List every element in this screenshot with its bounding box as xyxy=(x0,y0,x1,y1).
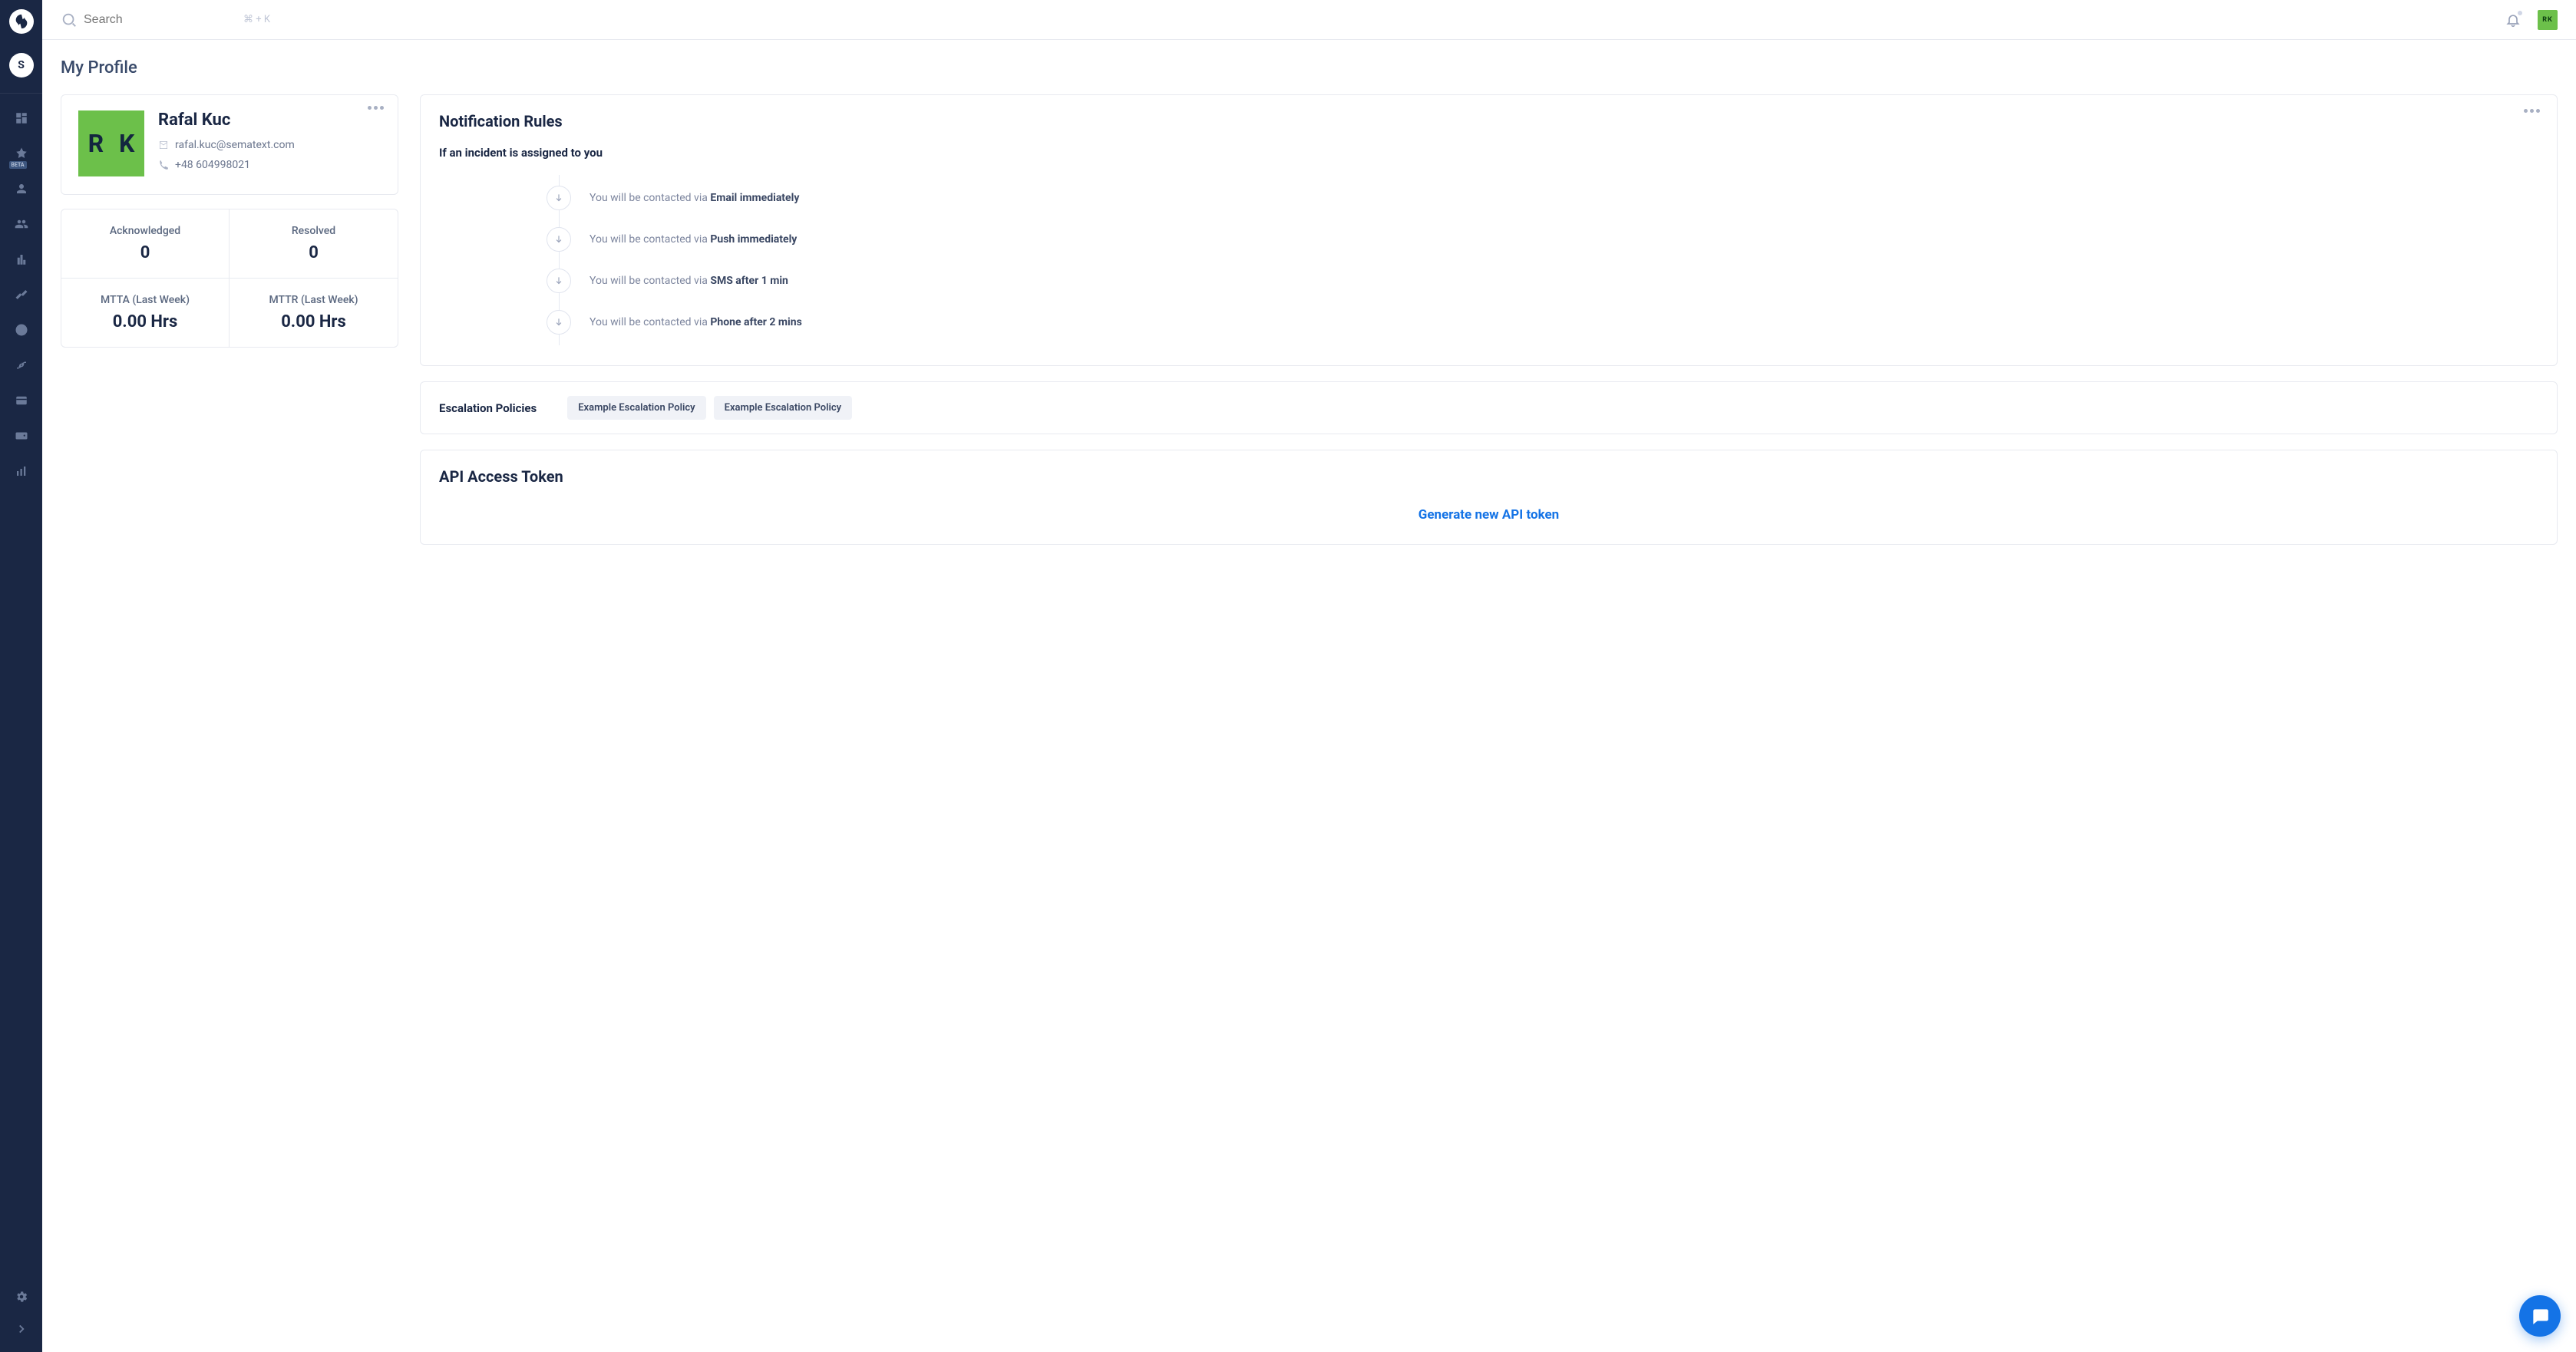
stat-mtta: MTTA (Last Week) 0.00 Hrs xyxy=(61,279,230,347)
page-title: My Profile xyxy=(61,58,2558,77)
escalation-chips: Example Escalation Policy Example Escalat… xyxy=(567,396,852,420)
search-kbd-hint: ⌘ + K xyxy=(243,14,270,25)
search-input[interactable] xyxy=(84,13,237,27)
nav-incidents-icon[interactable]: BETA xyxy=(14,146,29,161)
phone-icon xyxy=(158,160,169,170)
profile-card: R K Rafal Kuc rafal.kuc@sematext.com +48… xyxy=(61,94,398,195)
sidebar-nav: BETA xyxy=(14,101,29,1289)
nav-billing-icon[interactable] xyxy=(14,393,29,408)
search-wrap: ⌘ + K xyxy=(61,12,2498,28)
rule-step: You will be contacted via Email immediat… xyxy=(547,186,2538,210)
down-arrow-icon xyxy=(547,269,571,293)
escalation-policy-chip[interactable]: Example Escalation Policy xyxy=(567,396,705,420)
rule-step: You will be contacted via Push immediate… xyxy=(547,227,2538,252)
nav-team-icon[interactable] xyxy=(14,216,29,232)
notifications-icon[interactable] xyxy=(2505,12,2521,28)
escalation-card: Escalation Policies Example Escalation P… xyxy=(420,381,2558,434)
settings-icon[interactable] xyxy=(14,1289,29,1304)
stats-card: Acknowledged 0 Resolved 0 MTTA (Last Wee… xyxy=(61,209,398,348)
rule-step-text: You will be contacted via SMS after 1 mi… xyxy=(590,275,788,287)
down-arrow-icon xyxy=(547,227,571,252)
escalation-policy-chip[interactable]: Example Escalation Policy xyxy=(714,396,852,420)
escalation-label: Escalation Policies xyxy=(439,401,537,415)
api-title: API Access Token xyxy=(439,467,2538,486)
nav-reports-icon[interactable] xyxy=(14,252,29,267)
profile-email: rafal.kuc@sematext.com xyxy=(175,139,295,151)
generate-api-token-link[interactable]: Generate new API token xyxy=(439,507,2538,523)
nav-tools-icon[interactable] xyxy=(14,287,29,302)
rule-step-text: You will be contacted via Email immediat… xyxy=(590,192,799,204)
user-avatar[interactable]: RK xyxy=(2538,10,2558,30)
profile-email-row: rafal.kuc@sematext.com xyxy=(158,139,295,151)
profile-name: Rafal Kuc xyxy=(158,110,295,130)
nav-integrations-icon[interactable] xyxy=(14,358,29,373)
rules-title: Notification Rules xyxy=(439,112,2538,130)
beta-badge: BETA xyxy=(9,161,27,169)
org-badge[interactable]: S xyxy=(9,53,34,77)
rules-subheading: If an incident is assigned to you xyxy=(439,146,2538,160)
topbar-actions: RK xyxy=(2505,10,2558,30)
rule-step: You will be contacted via SMS after 1 mi… xyxy=(547,269,2538,293)
rule-step-text: You will be contacted via Phone after 2 … xyxy=(590,316,802,328)
expand-icon[interactable] xyxy=(14,1321,29,1337)
rules-more-button[interactable] xyxy=(2524,109,2540,113)
sidebar-bottom xyxy=(14,1289,29,1352)
api-card: API Access Token Generate new API token xyxy=(420,450,2558,545)
profile-avatar: R K xyxy=(78,110,144,176)
profile-more-button[interactable] xyxy=(368,106,384,110)
topbar: ⌘ + K RK xyxy=(42,0,2576,40)
chat-bubble[interactable] xyxy=(2519,1295,2561,1337)
stat-acknowledged: Acknowledged 0 xyxy=(61,209,230,279)
content: My Profile R K Rafal Kuc rafal.kuc@semat… xyxy=(42,40,2576,563)
rules-timeline: You will be contacted via Email immediat… xyxy=(547,175,2538,345)
down-arrow-icon xyxy=(547,310,571,335)
nav-schedule-icon[interactable] xyxy=(14,322,29,338)
rule-step: You will be contacted via Phone after 2 … xyxy=(547,310,2538,335)
nav-analytics-icon[interactable] xyxy=(14,463,29,479)
nav-user-icon[interactable] xyxy=(14,181,29,196)
sidebar-separator xyxy=(0,93,42,94)
profile-phone-row: +48 604998021 xyxy=(158,159,295,171)
nav-wallet-icon[interactable] xyxy=(14,428,29,444)
email-icon xyxy=(158,140,169,150)
nav-dashboard-icon[interactable] xyxy=(14,110,29,126)
stat-mttr: MTTR (Last Week) 0.00 Hrs xyxy=(230,279,398,347)
search-icon xyxy=(61,12,78,28)
sidebar: S BETA xyxy=(0,0,42,1352)
down-arrow-icon xyxy=(547,186,571,210)
app-logo[interactable] xyxy=(9,9,34,34)
profile-phone: +48 604998021 xyxy=(175,159,250,171)
rule-step-text: You will be contacted via Push immediate… xyxy=(590,233,797,246)
notification-rules-card: Notification Rules If an incident is ass… xyxy=(420,94,2558,366)
stat-resolved: Resolved 0 xyxy=(230,209,398,279)
main: ⌘ + K RK My Profile R K Rafal Kuc xyxy=(42,0,2576,1352)
